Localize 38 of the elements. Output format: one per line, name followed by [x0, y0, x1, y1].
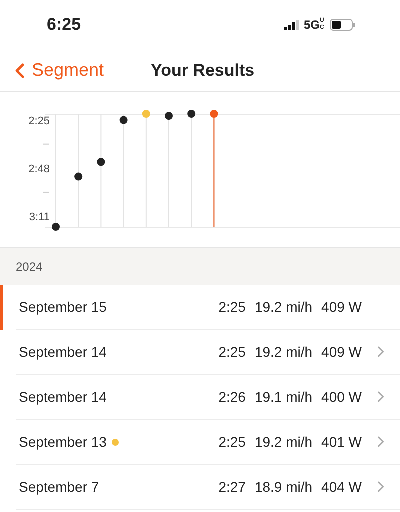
- row-power: 404 W: [322, 478, 362, 496]
- row-date: September 7: [19, 478, 100, 497]
- signal-icon: [284, 20, 300, 30]
- row-speed: 19.2 mi/h: [254, 432, 313, 452]
- row-time: 2:25: [218, 432, 246, 452]
- axis-label: 2:48: [28, 163, 50, 176]
- data-point: [120, 116, 128, 124]
- row-time: 2:25: [218, 342, 246, 362]
- row-time: 2:26: [218, 388, 246, 406]
- network-label: 5G: [304, 17, 320, 34]
- row-speed: 19.2 mi/h: [254, 342, 313, 362]
- data-point: [97, 158, 106, 166]
- data-point: [210, 110, 218, 118]
- data-point: [142, 110, 150, 118]
- row-power: 409 W: [322, 298, 362, 316]
- row-time: 2:27: [218, 478, 246, 496]
- section-header: 2024: [16, 258, 43, 276]
- data-point: [52, 223, 60, 231]
- row-date: September 15: [19, 298, 107, 317]
- axis-label: 2:25: [28, 115, 50, 128]
- data-point: [188, 110, 196, 118]
- status-time: 6:25: [47, 14, 82, 36]
- data-point: [74, 172, 83, 181]
- row-power: 401 W: [322, 432, 362, 452]
- row-date: September 14: [19, 342, 107, 362]
- battery-icon: [330, 19, 356, 31]
- row-speed: 19.2 mi/h: [254, 298, 313, 316]
- row-time: 2:25: [218, 298, 246, 316]
- row-speed: 19.1 mi/h: [254, 388, 313, 406]
- axis-label: 3:11: [29, 212, 50, 224]
- row-date: September 13: [19, 432, 107, 452]
- row-power: 409 W: [322, 342, 362, 362]
- row-date: September 14: [19, 388, 107, 407]
- row-speed: 18.9 mi/h: [254, 478, 313, 496]
- data-point: [165, 112, 173, 120]
- row-power: 400 W: [322, 388, 362, 406]
- result-row[interactable]: September 15 2:25 19.2 mi/h 409 W: [0, 285, 400, 330]
- page-title: Your Results: [151, 60, 255, 82]
